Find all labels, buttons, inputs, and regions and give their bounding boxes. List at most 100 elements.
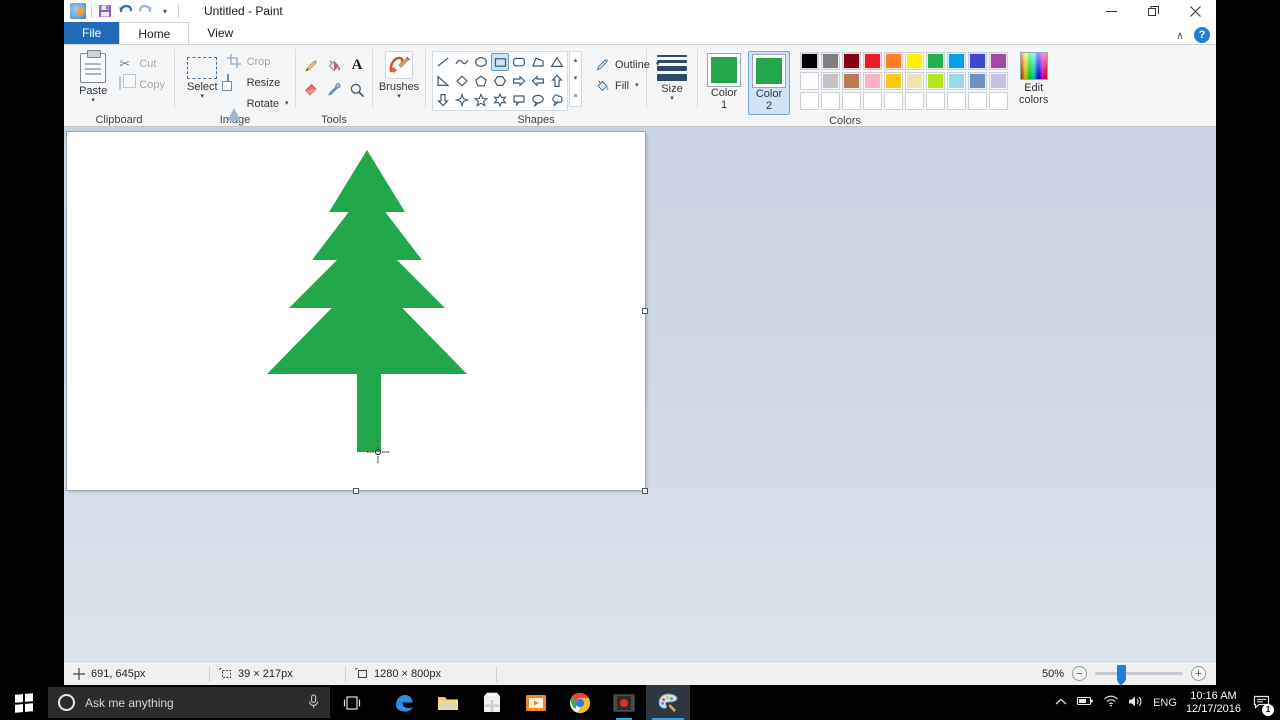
clock[interactable]: 10:16 AM 12/17/2016 [1186, 690, 1241, 716]
save-icon[interactable] [95, 1, 115, 21]
cut-button[interactable]: ✂ Cut [116, 53, 168, 74]
color-swatch-r3-c3[interactable] [842, 92, 861, 110]
shape-rounded-callout[interactable] [510, 91, 528, 109]
color-swatch-r1-c9[interactable] [968, 52, 987, 70]
color-swatch-r2-c4[interactable] [863, 72, 882, 90]
wifi-icon[interactable] [1103, 695, 1119, 710]
color-swatch-r3-c5[interactable] [884, 92, 903, 110]
shape-hexagon[interactable] [491, 72, 509, 90]
color-swatch-r3-c4[interactable] [863, 92, 882, 110]
color-1-slot[interactable]: Color 1 [704, 51, 744, 113]
search-input[interactable]: Ask me anything [85, 696, 297, 710]
color-swatch-r3-c6[interactable] [905, 92, 924, 110]
microphone-icon[interactable] [307, 693, 320, 712]
color-swatch-r2-c1[interactable] [800, 72, 819, 90]
brushes-button[interactable]: Brushes ▾ [379, 51, 419, 100]
shape-rounded-rectangle[interactable] [510, 53, 528, 71]
text-tool[interactable]: A [346, 54, 368, 77]
zoom-in-button[interactable]: + [1191, 666, 1206, 681]
shape-four-point-star[interactable] [453, 91, 471, 109]
color-picker-tool[interactable] [323, 78, 345, 101]
color-swatch-r3-c1[interactable] [800, 92, 819, 110]
copy-button[interactable]: Copy [116, 74, 168, 95]
tray-chevron-icon[interactable] [1055, 695, 1067, 710]
fill-dropdown-icon[interactable]: ▾ [635, 82, 639, 89]
shape-five-point-star[interactable] [472, 91, 490, 109]
shape-diamond[interactable] [453, 72, 471, 90]
size-dropdown-icon[interactable]: ▾ [670, 95, 674, 102]
color-swatch-r2-c6[interactable] [905, 72, 924, 90]
restore-button[interactable] [1132, 0, 1174, 22]
color-swatch-r1-c7[interactable] [926, 52, 945, 70]
tab-file[interactable]: File [64, 22, 120, 44]
drawing-canvas[interactable] [67, 132, 645, 490]
color-swatch-r3-c7[interactable] [926, 92, 945, 110]
redo-icon[interactable] [135, 1, 155, 21]
shapes-scroll-up-icon[interactable]: ▴ [570, 52, 581, 70]
shape-line[interactable] [434, 53, 452, 71]
undo-icon[interactable] [115, 1, 135, 21]
resize-button[interactable]: Resize [224, 72, 292, 93]
magnifier-tool[interactable] [346, 78, 368, 101]
shape-pentagon[interactable] [472, 72, 490, 90]
pencil-tool[interactable] [300, 54, 322, 77]
paste-button[interactable]: Paste ▾ [70, 50, 116, 106]
select-dropdown-icon[interactable]: ▾ [201, 93, 205, 100]
tab-home[interactable]: Home [119, 22, 190, 44]
shape-left-arrow[interactable] [529, 72, 547, 90]
color-swatch-r2-c2[interactable] [821, 72, 840, 90]
taskbar-app-screen-recorder[interactable] [602, 685, 646, 720]
color-2-slot[interactable]: Color 2 [748, 51, 790, 115]
color-swatch-r3-c8[interactable] [947, 92, 966, 110]
shape-oval[interactable] [472, 53, 490, 71]
taskbar-app-microsoft-store[interactable] [470, 685, 514, 720]
taskbar-app-file-explorer[interactable] [426, 685, 470, 720]
color-swatch-r2-c7[interactable] [926, 72, 945, 90]
shape-rectangle[interactable] [491, 53, 509, 71]
color-swatch-r1-c3[interactable] [842, 52, 861, 70]
canvas-resize-handle-bottom[interactable] [353, 488, 359, 494]
color-swatch-r3-c9[interactable] [968, 92, 987, 110]
task-view-button[interactable] [330, 685, 374, 720]
paste-dropdown-icon[interactable]: ▾ [91, 97, 95, 104]
fill-tool[interactable] [323, 54, 345, 77]
color-swatch-r2-c8[interactable] [947, 72, 966, 90]
tab-view[interactable]: View [189, 22, 251, 44]
shape-right-arrow[interactable] [510, 72, 528, 90]
shape-curve[interactable] [453, 53, 471, 71]
select-button[interactable]: Select ▾ [181, 55, 224, 102]
shape-up-arrow[interactable] [548, 72, 566, 90]
shape-polygon[interactable] [529, 53, 547, 71]
customize-qat-icon[interactable]: ▾ [155, 1, 175, 21]
start-button[interactable] [0, 685, 48, 720]
notification-center-button[interactable]: 1 [1250, 692, 1274, 716]
color-swatch-r1-c4[interactable] [863, 52, 882, 70]
edit-colors-button[interactable]: Edit colors [1019, 52, 1048, 106]
zoom-out-button[interactable]: − [1072, 666, 1087, 681]
app-icon[interactable] [68, 1, 88, 21]
color-swatch-r1-c8[interactable] [947, 52, 966, 70]
color-swatch-r1-c2[interactable] [821, 52, 840, 70]
color-swatch-r1-c5[interactable] [884, 52, 903, 70]
canvas-resize-handle-right[interactable] [642, 308, 648, 314]
minimize-button[interactable] [1090, 0, 1132, 22]
help-icon[interactable]: ? [1194, 27, 1210, 43]
color-swatch-r3-c10[interactable] [989, 92, 1008, 110]
shape-down-arrow[interactable] [434, 91, 452, 109]
brushes-dropdown-icon[interactable]: ▾ [397, 93, 401, 100]
color-swatch-r1-c1[interactable] [800, 52, 819, 70]
size-button[interactable]: Size ▾ [653, 55, 691, 102]
color-swatch-r2-c3[interactable] [842, 72, 861, 90]
rotate-button[interactable]: Rotate ▾ [224, 93, 292, 121]
eraser-tool[interactable] [300, 78, 322, 101]
battery-icon[interactable] [1076, 695, 1094, 710]
zoom-slider[interactable] [1095, 665, 1183, 686]
color-swatch-r1-c6[interactable] [905, 52, 924, 70]
color-swatch-r3-c2[interactable] [821, 92, 840, 110]
shape-cloud-callout[interactable] [548, 91, 566, 109]
shapes-scrollbar[interactable]: ▴ ▾ ≡ [569, 51, 582, 107]
color-swatch-r2-c9[interactable] [968, 72, 987, 90]
shape-six-point-star[interactable] [491, 91, 509, 109]
canvas-resize-handle-corner[interactable] [642, 488, 648, 494]
taskbar-app-google-chrome[interactable] [558, 685, 602, 720]
